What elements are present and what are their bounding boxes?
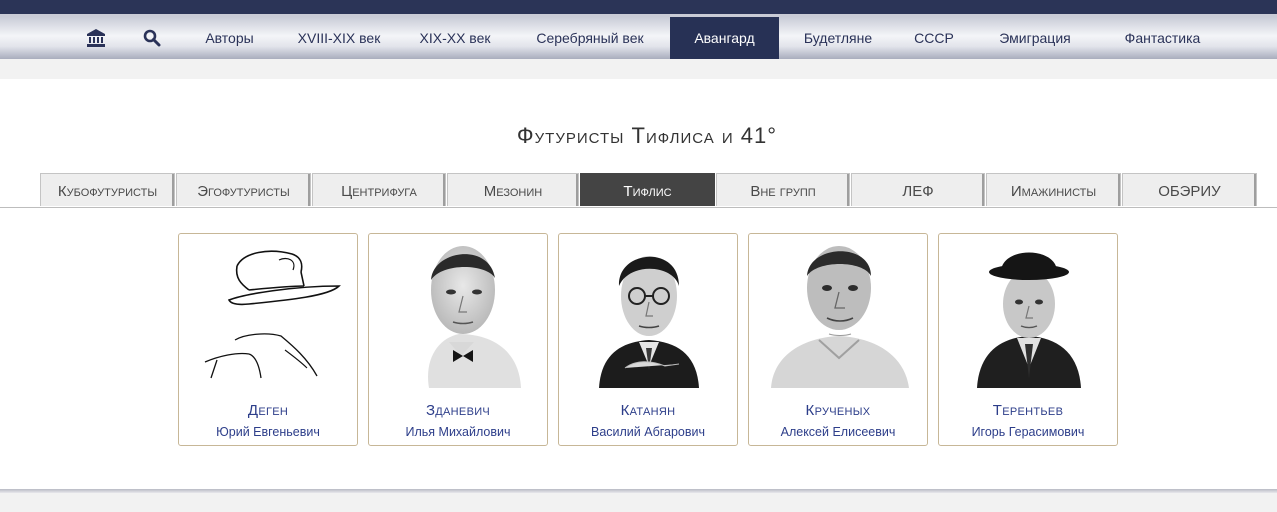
nav-item-authors[interactable]: Авторы xyxy=(182,17,277,59)
nav-item-avantgarde[interactable]: Авангард xyxy=(670,17,779,59)
nav-item-fantasy[interactable]: Фантастика xyxy=(1104,17,1221,59)
portrait-photo xyxy=(599,256,699,388)
author-given-name[interactable]: Василий Абгарович xyxy=(559,425,737,439)
tab-tiflis[interactable]: Тифлис xyxy=(580,173,715,206)
author-card-terentyev[interactable]: Терентьев Игорь Герасимович xyxy=(938,233,1118,446)
footer-divider xyxy=(0,489,1277,493)
portrait-photo xyxy=(771,246,909,388)
nav-spacer xyxy=(0,59,1277,79)
author-given-name[interactable]: Юрий Евгеньевич xyxy=(179,425,357,439)
tab-cubofuturists[interactable]: Кубофутуристы xyxy=(40,173,175,206)
tab-outside-groups[interactable]: Вне групп xyxy=(716,173,850,206)
tab-egofuturists[interactable]: Эгофутуристы xyxy=(176,173,311,206)
search-icon[interactable] xyxy=(140,17,164,59)
author-given-name[interactable]: Илья Михайлович xyxy=(369,425,547,439)
author-card-degen[interactable]: Деген Юрий Евгеньевич xyxy=(178,233,358,446)
tab-centrifuge[interactable]: Центрифуга xyxy=(312,173,446,206)
tab-lef[interactable]: ЛЕФ xyxy=(851,173,985,206)
author-surname[interactable]: Деген xyxy=(179,402,357,419)
tabs-baseline xyxy=(0,207,1277,208)
museum-icon[interactable] xyxy=(83,17,109,59)
nav-item-18-19-century[interactable]: XVIII-XIX век xyxy=(284,17,394,59)
nav-item-ussr[interactable]: СССР xyxy=(902,17,966,59)
nav-item-emigration[interactable]: Эмиграция xyxy=(978,17,1092,59)
author-surname[interactable]: Терентьев xyxy=(939,402,1117,419)
main-nav: Авторы XVIII-XIX век XIX-XX век Серебрян… xyxy=(0,17,1277,59)
main-content: Футуристы Тифлиса и 41° Кубофутуристы Эг… xyxy=(0,79,1277,489)
author-given-name[interactable]: Алексей Елисеевич xyxy=(749,425,927,439)
author-surname[interactable]: Крученых xyxy=(749,402,927,419)
tab-mezonin[interactable]: Мезонин xyxy=(447,173,579,206)
page-title: Футуристы Тифлиса и 41° xyxy=(516,123,778,148)
nav-item-silver-age[interactable]: Серебряный век xyxy=(515,17,665,59)
tab-oberiu[interactable]: ОБЭРИУ xyxy=(1122,173,1257,206)
portrait-photo xyxy=(977,252,1081,388)
author-card-katanyan[interactable]: Катанян Василий Абгарович xyxy=(558,233,738,446)
nav-item-budetlyane[interactable]: Будетляне xyxy=(786,17,890,59)
author-card-kruchenykh[interactable]: Крученых Алексей Елисеевич xyxy=(748,233,928,446)
nav-item-19-20-century[interactable]: XIX-XX век xyxy=(405,17,505,59)
hat-placeholder-portrait xyxy=(204,250,341,379)
author-surname[interactable]: Зданевич xyxy=(369,402,547,419)
author-surname[interactable]: Катанян xyxy=(559,402,737,419)
author-card-zdanevich[interactable]: Зданевич Илья Михайлович xyxy=(368,233,548,446)
author-given-name[interactable]: Игорь Герасимович xyxy=(939,425,1117,439)
tab-imaginists[interactable]: Имажинисты xyxy=(986,173,1121,206)
portrait-photo xyxy=(428,246,521,388)
